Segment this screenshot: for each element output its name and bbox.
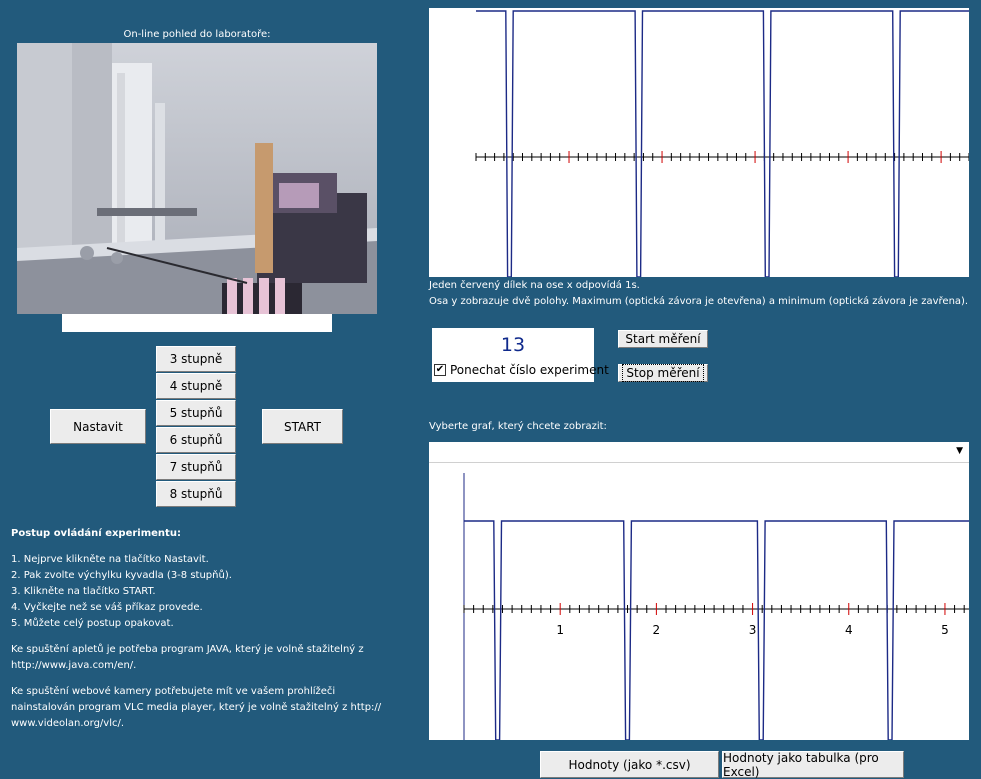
start-measurement-button[interactable]: Start měření	[618, 330, 708, 348]
instruction-step: 5. Můžete celý postup opakovat.	[11, 618, 174, 629]
x-tick-label: 1	[556, 623, 564, 637]
instruction-step: 1. Nejprve klikněte na tlačítko Nastavit…	[11, 554, 209, 565]
camera-status-bar	[62, 314, 332, 332]
degree-button-3[interactable]: 3 stupně	[156, 346, 236, 372]
signal-series-line	[464, 520, 969, 741]
start-button[interactable]: START	[262, 409, 343, 444]
graph-select-dropdown[interactable]: ▼	[429, 442, 969, 463]
live-signal-chart	[429, 8, 970, 278]
x-tick-label: 4	[845, 623, 853, 637]
vlc-note-line: Ke spuštění webové kamery potřebujete mí…	[11, 686, 336, 697]
instruction-step: 3. Klikněte na tlačítko START.	[11, 586, 156, 597]
keep-number-label: Ponechat číslo experiment	[450, 363, 609, 377]
excel-export-label: Hodnoty jako tabulka (pro Excel)	[723, 750, 879, 779]
x-tick-label: 5	[941, 623, 949, 637]
instructions-heading: Postup ovládání experimentu:	[11, 528, 181, 539]
degree-button-6[interactable]: 6 stupňů	[156, 427, 236, 453]
degree-button-7[interactable]: 7 stupňů	[156, 454, 236, 480]
start-button-label: START	[283, 419, 322, 434]
webcam-image	[17, 43, 377, 314]
degree-button-8[interactable]: 8 stupňů	[156, 481, 236, 507]
experiment-counter: 13 ✔ Ponechat číslo experiment	[432, 328, 609, 382]
x-tick-label: 2	[653, 623, 661, 637]
degree-button-label: 4 stupně	[169, 379, 223, 393]
stop-measurement-button[interactable]: Stop měření	[618, 364, 708, 382]
java-link: http://www.java.com/en/.	[11, 660, 137, 671]
instruction-step: 2. Pak zvolte výchylku kyvadla (3-8 stup…	[11, 570, 232, 581]
camera-label: On-line pohled do laboratoře:	[123, 29, 271, 40]
checkbox-check-icon[interactable]: ✔	[434, 364, 446, 376]
nastavit-button[interactable]: Nastavit	[50, 409, 146, 444]
instructions: Postup ovládání experimentu: 1. Nejprve …	[11, 526, 396, 732]
chevron-down-icon[interactable]: ▼	[956, 446, 963, 456]
csv-export-button[interactable]: Hodnoty (jako *.csv)	[540, 751, 719, 778]
degree-button-label: 8 stupňů	[169, 487, 223, 501]
signal-series-line	[476, 10, 969, 278]
experiment-number: 13	[500, 334, 526, 356]
live-signal-svg	[475, 10, 970, 278]
excel-export-button[interactable]: Hodnoty jako tabulka (pro Excel)	[722, 750, 904, 779]
axis-info-line2: Osa y zobrazuje dvě polohy. Maximum (opt…	[429, 296, 969, 307]
degree-button-label: 5 stupňů	[169, 406, 223, 420]
degree-button-label: 7 stupňů	[169, 460, 223, 474]
vlc-link: www.videolan.org/vlc/.	[11, 718, 125, 729]
recorded-signal-svg: 1 2 3 4 5	[463, 473, 969, 741]
vlc-note-line: nainstalován program VLC media player, k…	[11, 702, 382, 713]
degree-button-label: 6 stupňů	[169, 433, 223, 447]
degree-button-4[interactable]: 4 stupně	[156, 373, 236, 399]
csv-export-label: Hodnoty (jako *.csv)	[568, 757, 691, 772]
recorded-signal-chart: 1 2 3 4 5	[429, 463, 969, 741]
start-measurement-label: Start měření	[625, 332, 701, 346]
degree-button-5[interactable]: 5 stupňů	[156, 400, 236, 426]
keep-number-checkbox[interactable]: ✔ Ponechat číslo experiment	[434, 363, 609, 377]
java-note-line: Ke spuštění apletů je potřeba program JA…	[11, 644, 364, 655]
graph-select-label: Vyberte graf, který chcete zobrazit:	[429, 421, 607, 432]
axis-info-line1: Jeden červený dílek na ose x odpovídá 1s…	[429, 280, 640, 291]
instruction-step: 4. Vyčkejte než se váš příkaz provede.	[11, 602, 203, 613]
x-tick-label: 3	[749, 623, 757, 637]
stop-measurement-label: Stop měření	[622, 364, 704, 382]
degree-button-label: 3 stupně	[169, 352, 223, 366]
webcam-view	[17, 43, 377, 314]
nastavit-button-label: Nastavit	[73, 419, 123, 434]
